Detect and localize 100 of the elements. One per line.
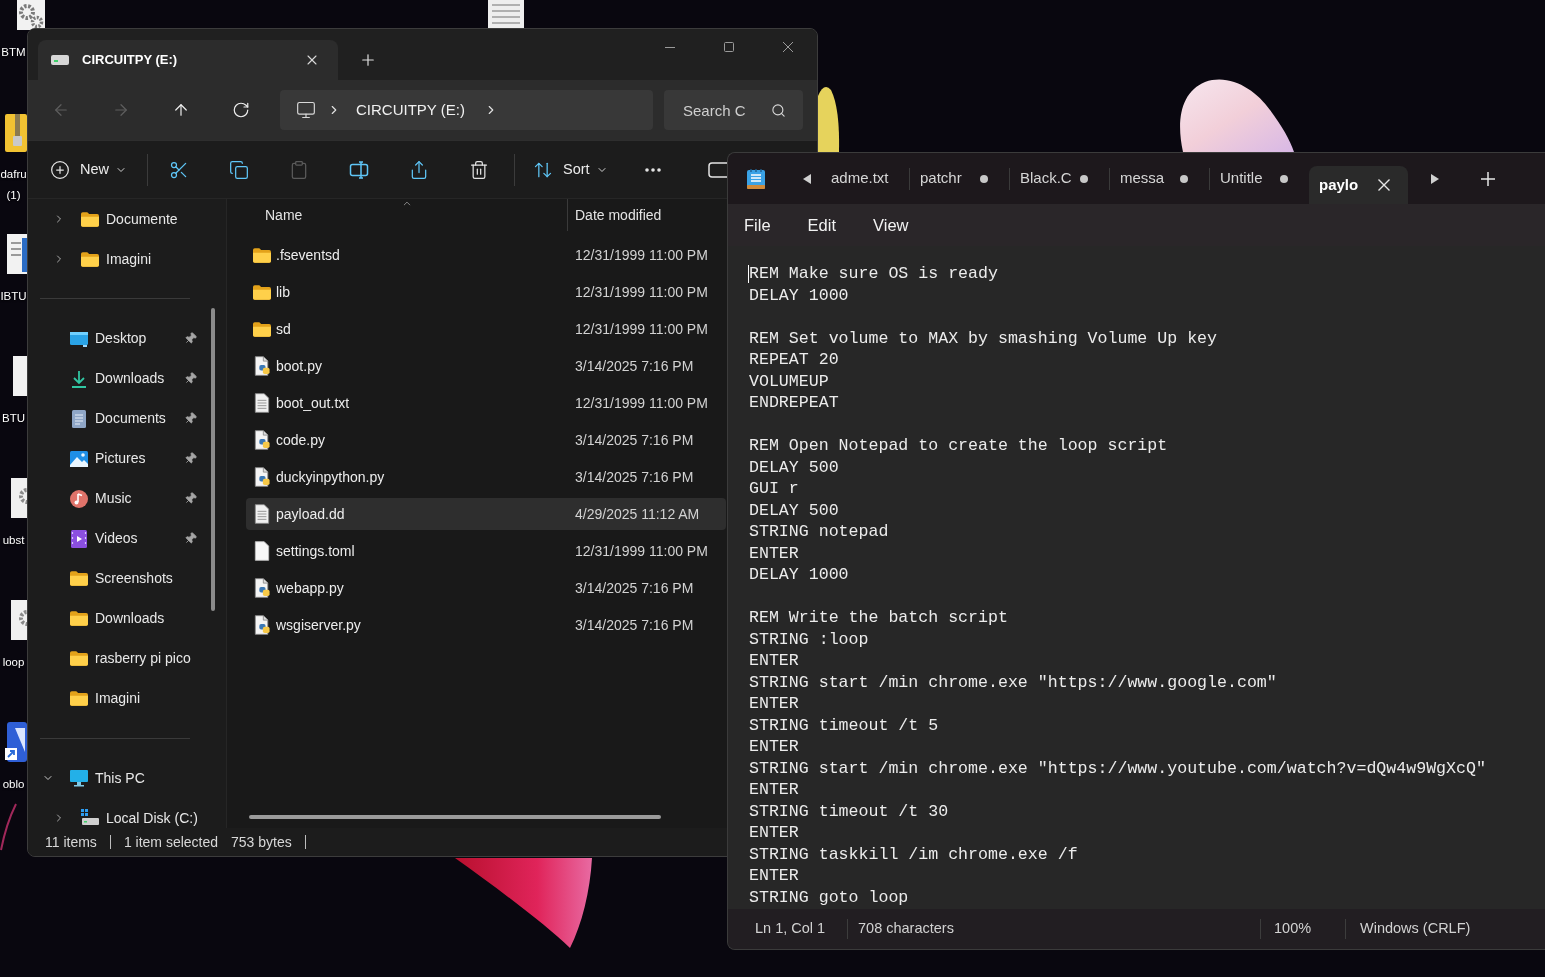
sidebar-item[interactable]: Documents [28,408,226,429]
editor-tab[interactable]: paylo [1309,166,1408,204]
music-note-icon [70,489,88,508]
close-icon[interactable] [1378,179,1390,191]
light-streak-drawing [0,803,17,851]
line-ending[interactable]: Windows (CRLF) [1360,920,1471,937]
sidebar-item[interactable]: Imagini [28,249,226,269]
file-row[interactable]: .fseventsd 12/31/1999 11:00 PM [246,239,726,271]
unsaved-dot-icon [1180,174,1188,183]
monitor-icon[interactable] [296,100,316,120]
file-name: lib [276,282,290,302]
menu-item[interactable]: View [861,208,921,242]
file-row[interactable]: lib 12/31/1999 11:00 PM [246,276,726,308]
shortcut-icon[interactable] [3,722,27,762]
sort-button[interactable]: Sort [523,151,618,188]
date-modified: 12/31/1999 11:00 PM [575,282,708,302]
address-bar[interactable]: CIRCUITPY (E:) [280,90,653,130]
desktop-icon-label: loop [1,655,26,670]
date-modified: 3/14/2025 7:16 PM [575,578,694,598]
code-line: ENTER [749,779,800,801]
file-row[interactable]: sd 12/31/1999 11:00 PM [246,313,726,345]
editor-tab[interactable]: Black.C [1010,153,1109,204]
file-name: code.py [276,430,326,450]
code-line: STRING start /min chrome.exe "https://www.youtube.com/watch?v=dQw4w9WgXcQ" [749,757,1487,779]
menu-item[interactable]: File [732,208,783,242]
selection-count: 1 item selected [123,832,219,852]
sidebar-item[interactable]: Screenshots [28,568,226,589]
editor-tab[interactable]: patchr [910,153,1009,204]
zip-folder-icon[interactable] [3,112,27,152]
code-line: STRING taskkill /im chrome.exe /f [749,843,1079,865]
file-row[interactable]: payload.dd 4/29/2025 11:12 AM [246,498,726,530]
sidebar-item[interactable]: Videos [28,528,226,549]
file-row[interactable]: wsgiserver.py 3/14/2025 7:16 PM [246,609,726,641]
column-header[interactable]: Name [246,199,567,231]
file-row[interactable]: boot_out.txt 12/31/1999 11:00 PM [246,387,726,419]
window-tab[interactable]: CIRCUITPY (E:) [38,40,338,80]
date-modified: 4/29/2025 11:12 AM [575,504,700,524]
horizontal-scrollbar[interactable] [249,815,661,819]
new-button[interactable]: New [40,151,137,188]
code-line: REM Set volume to MAX by smashing Volume Up key [749,327,1219,349]
text-file-icon [254,504,270,524]
file-name: boot.py [276,356,322,376]
python-file-icon [254,467,270,487]
sidebar-item[interactable]: This PC [28,768,226,788]
desktop-icon-label: BTM [0,45,27,60]
folder-icon [70,611,88,626]
unsaved-dot-icon [1280,174,1288,183]
folder-icon [253,284,271,300]
file-name: boot_out.txt [276,393,350,413]
sponge-shape-drawing [818,87,840,152]
folder-icon [70,691,88,706]
code-line: ENTER [749,542,800,564]
folder-icon [70,651,88,666]
python-file-icon [254,356,270,376]
file-row[interactable]: code.py 3/14/2025 7:16 PM [246,424,726,456]
new-tab-icon[interactable] [359,51,377,69]
sidebar-item[interactable]: Local Disk (C:) [28,808,226,828]
sidebar-item[interactable]: rasberry pi pico [28,648,226,669]
column-header[interactable]: Date modified [568,199,718,231]
file-name: wsgiserver.py [276,615,361,635]
file-row[interactable]: settings.toml 12/31/1999 11:00 PM [246,535,726,567]
file-name: .fseventsd [276,245,340,265]
python-file-icon [254,578,270,598]
file-row[interactable]: duckyinpython.py 3/14/2025 7:16 PM [246,461,726,493]
breadcrumb-link[interactable]: CIRCUITPY (E:) [356,98,465,122]
search-field[interactable]: Search C [664,90,803,130]
sidebar-item[interactable]: Downloads [28,608,226,629]
date-modified: 12/31/1999 11:00 PM [575,393,708,413]
drive-icon [81,809,99,827]
code-line: ENTER [749,736,800,758]
sidebar-item[interactable]: Downloads [28,368,226,389]
plus-icon [1481,171,1495,186]
sidebar-item[interactable]: Pictures [28,448,226,469]
code-line: REM Open Notepad to create the loop script [749,435,1169,457]
download-arrow-icon [70,369,88,388]
gear-file-icon[interactable] [15,0,47,30]
vertical-scrollbar[interactable] [211,308,215,611]
date-modified: 12/31/1999 11:00 PM [575,245,708,265]
sidebar-item[interactable]: Desktop [28,328,226,349]
sidebar-item[interactable]: Imagini [28,688,226,709]
menu-item[interactable]: Edit [795,208,849,242]
editor-tab[interactable]: messa [1110,153,1209,204]
file-name: settings.toml [276,541,355,561]
zoom-level[interactable]: 100% [1274,920,1312,937]
file-row[interactable]: webapp.py 3/14/2025 7:16 PM [246,572,726,604]
desktop-icon-label: IBTU [0,289,27,304]
code-line: ENDREPEAT [749,392,840,414]
date-modified: 12/31/1999 11:00 PM [575,541,708,561]
sidebar-item[interactable]: Music [28,488,226,509]
minimize-icon [664,46,675,48]
text-cursor [748,265,749,283]
file-row[interactable]: boot.py 3/14/2025 7:16 PM [246,350,726,382]
code-line: REM Write the batch script [749,607,1009,629]
file-name: duckyinpython.py [276,467,385,487]
code-line: GUI r [749,478,800,500]
folder-icon [81,211,99,227]
code-line: DELAY 500 [749,456,840,478]
sidebar-item[interactable]: Documente [28,209,226,229]
editor-tab[interactable]: Untitle [1210,153,1309,204]
editor-tab[interactable]: adme.txt [819,153,909,204]
